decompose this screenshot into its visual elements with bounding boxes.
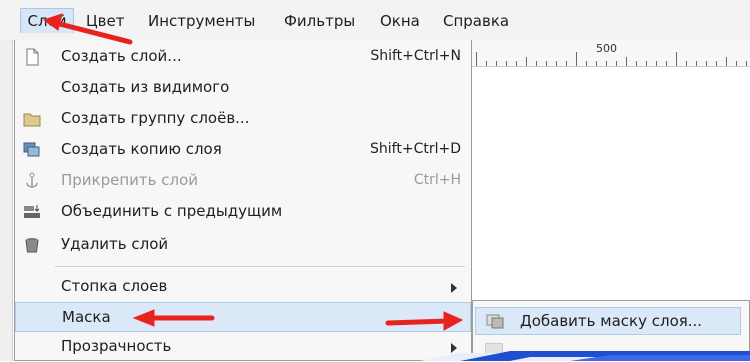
menu-color[interactable]: Цвет [86, 9, 124, 33]
ruler-tick [686, 61, 687, 66]
menu-item-label: Добавить маску слоя... [520, 312, 703, 330]
ruler-tick [496, 61, 497, 66]
ruler-tick [486, 61, 487, 66]
shortcut-label: Ctrl+H [413, 172, 461, 188]
ruler-label: 500 [596, 42, 617, 55]
layer-menu: Создать слой... Shift+Ctrl+N Создать из … [14, 40, 472, 361]
menu-item-label: Удалить слой [61, 235, 169, 253]
menu-item-stack[interactable]: Стопка слоев [15, 272, 471, 302]
ruler-tick [576, 52, 577, 66]
new-layer-icon [23, 48, 41, 66]
ruler-tick [536, 61, 537, 66]
menu-item-label: Создать копию слоя [61, 140, 222, 158]
ruler-tick [646, 61, 647, 66]
menu-help[interactable]: Справка [443, 9, 509, 33]
ruler-tick [586, 61, 587, 66]
menu-bar: Слой Цвет Инструменты Фильтры Окна Справ… [0, 0, 750, 41]
corner-decoration [420, 351, 750, 361]
menu-item-new-layer-group[interactable]: Создать группу слоёв... [15, 104, 471, 134]
horizontal-ruler: 500 [472, 40, 750, 67]
ruler-tick [606, 61, 607, 66]
layer-mask-icon [486, 312, 504, 330]
ruler-tick [516, 61, 517, 66]
ruler-tick [616, 61, 617, 66]
ruler-tick [676, 52, 677, 66]
ruler-tick [596, 61, 597, 66]
ruler-tick [506, 61, 507, 66]
menu-item-new-layer[interactable]: Создать слой... Shift+Ctrl+N [15, 42, 471, 72]
ruler-tick [666, 61, 667, 66]
menu-item-mask[interactable]: Маска [15, 302, 471, 332]
ruler-tick [706, 61, 707, 66]
ruler-tick [656, 61, 657, 66]
merge-down-icon [23, 203, 41, 221]
menu-item-merge-down[interactable]: Объединить с предыдущим [15, 197, 471, 227]
menu-item-label: Маска [62, 308, 111, 326]
menu-item-label: Создать слой... [61, 47, 182, 65]
ruler-tick [726, 57, 727, 66]
submenu-arrow-icon [451, 283, 457, 293]
ruler-tick [636, 61, 637, 66]
menu-item-label: Объединить с предыдущим [61, 202, 283, 220]
ruler-tick [716, 61, 717, 66]
menu-item-label: Прикрепить слой [61, 171, 199, 189]
anchor-icon [23, 172, 41, 190]
menu-item-transparency[interactable]: Прозрачность [15, 332, 471, 362]
menu-windows[interactable]: Окна [380, 9, 420, 33]
ruler-tick [546, 61, 547, 66]
duplicate-layer-icon [23, 141, 41, 159]
menu-item-label: Создать группу слоёв... [61, 109, 250, 127]
ruler-tick [746, 61, 747, 66]
ruler-tick [526, 57, 527, 66]
ruler-tick [736, 61, 737, 66]
menu-filters[interactable]: Фильтры [284, 9, 355, 33]
menu-item-new-from-visible[interactable]: Создать из видимого [15, 73, 471, 103]
menu-item-anchor-layer: Прикрепить слой Ctrl+H [15, 166, 471, 196]
menu-item-label: Создать из видимого [61, 78, 230, 96]
ruler-tick [566, 61, 567, 66]
submenu-arrow-icon [450, 314, 456, 324]
menu-tools[interactable]: Инструменты [148, 9, 255, 33]
ruler-tick [556, 61, 557, 66]
shortcut-label: Shift+Ctrl+D [370, 141, 461, 157]
shortcut-label: Shift+Ctrl+N [370, 48, 461, 64]
menu-item-label: Стопка слоев [61, 277, 168, 295]
menu-separator [55, 266, 465, 267]
menu-item-duplicate-layer[interactable]: Создать копию слоя Shift+Ctrl+D [15, 135, 471, 165]
menu-item-delete-layer[interactable]: Удалить слой [15, 230, 471, 260]
toolbox-edge [0, 40, 13, 361]
trash-icon [23, 236, 41, 254]
menu-item-label: Прозрачность [61, 337, 172, 355]
ruler-tick [696, 61, 697, 66]
ruler-tick [626, 57, 627, 66]
menu-layer[interactable]: Слой [20, 8, 74, 33]
folder-icon [23, 110, 41, 128]
ruler-tick [476, 52, 477, 66]
